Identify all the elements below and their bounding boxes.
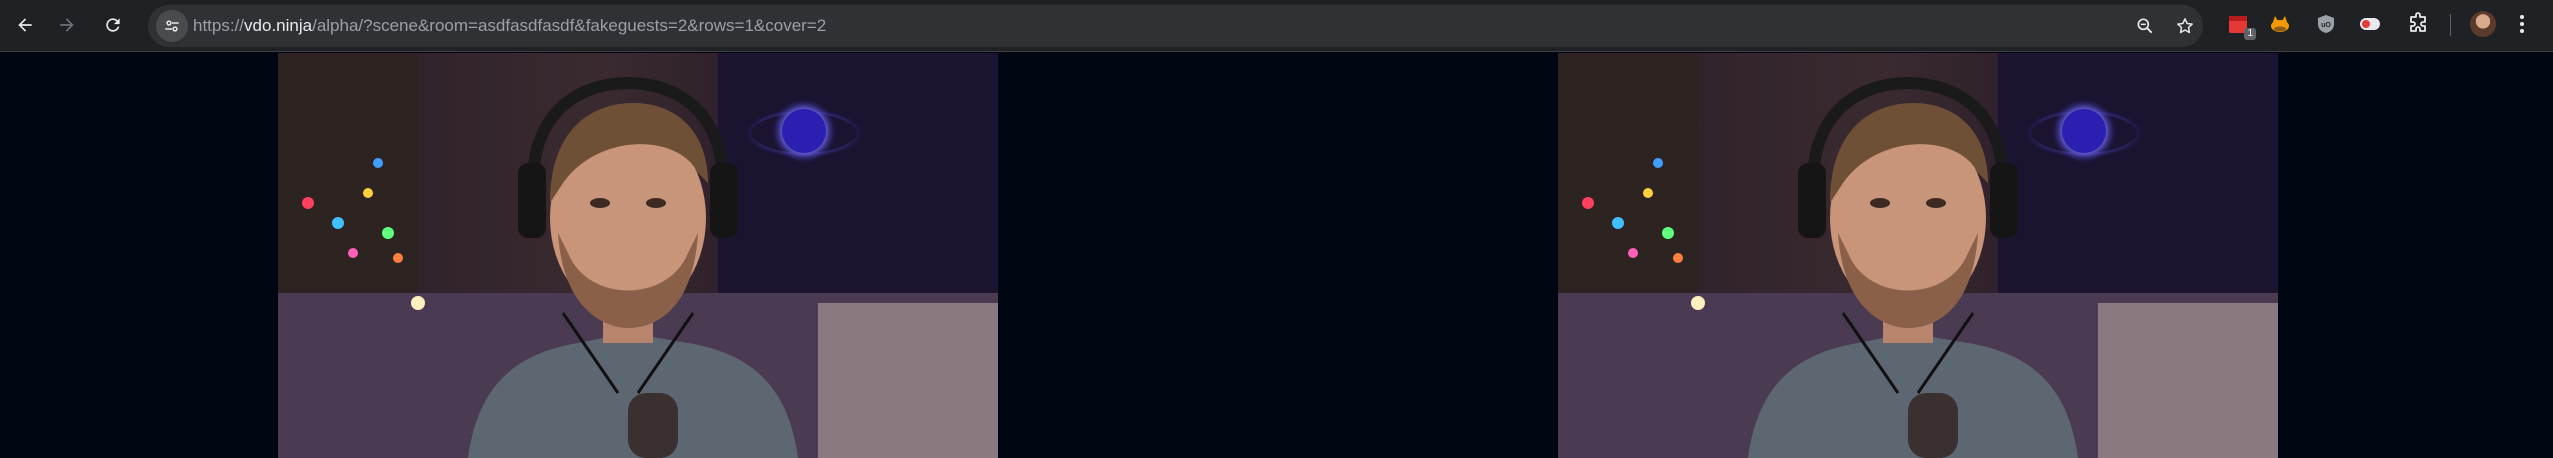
cat-extension-button[interactable]: [2266, 10, 2294, 38]
extension-badge: 1: [2244, 28, 2256, 40]
forward-button[interactable]: [50, 8, 84, 42]
more-vert-icon: [2520, 15, 2524, 33]
toolbar-separator: [2450, 14, 2451, 36]
url-host: vdo.ninja: [244, 16, 313, 35]
cat-extension-icon: [2271, 16, 2289, 32]
ublock-extension-button[interactable]: uO: [2312, 10, 2340, 38]
svg-text:uO: uO: [2321, 22, 2331, 29]
record-extension-icon: [2360, 18, 2380, 30]
site-info-button[interactable]: [156, 10, 188, 42]
url-path: /alpha/?scene&room=asdfasdfasdf&fakegues…: [312, 16, 827, 35]
arrow-right-icon: [60, 18, 74, 32]
zoom-button[interactable]: [2133, 14, 2157, 38]
back-button[interactable]: [8, 8, 42, 42]
guest-video-tile: [1558, 53, 2278, 458]
scene-area: [0, 53, 2553, 458]
reload-icon: [106, 18, 120, 32]
extensions-button[interactable]: [2404, 10, 2432, 38]
profile-avatar[interactable]: [2470, 11, 2496, 37]
ublock-extension-icon: uO: [2318, 15, 2334, 33]
puzzle-icon: [2410, 12, 2426, 32]
zoom-icon: [2137, 18, 2153, 34]
url-text[interactable]: https://vdo.ninja/alpha/?scene&room=asdf…: [193, 5, 826, 47]
bookmark-button[interactable]: [2173, 14, 2197, 38]
calendar-extension-button[interactable]: 1: [2224, 10, 2256, 40]
tune-icon: [165, 20, 179, 32]
guest-video-tile: [278, 53, 998, 458]
webcam-feed: [278, 53, 998, 458]
record-extension-button[interactable]: [2356, 10, 2384, 38]
reload-button[interactable]: [96, 8, 130, 42]
star-icon: [2177, 18, 2193, 34]
browser-toolbar: https://vdo.ninja/alpha/?scene&room=asdf…: [0, 0, 2553, 52]
arrow-left-icon: [18, 18, 32, 32]
webcam-feed: [1558, 53, 2278, 458]
address-bar[interactable]: https://vdo.ninja/alpha/?scene&room=asdf…: [148, 5, 2203, 47]
menu-button[interactable]: [2508, 10, 2536, 38]
url-scheme: https://: [193, 16, 245, 35]
